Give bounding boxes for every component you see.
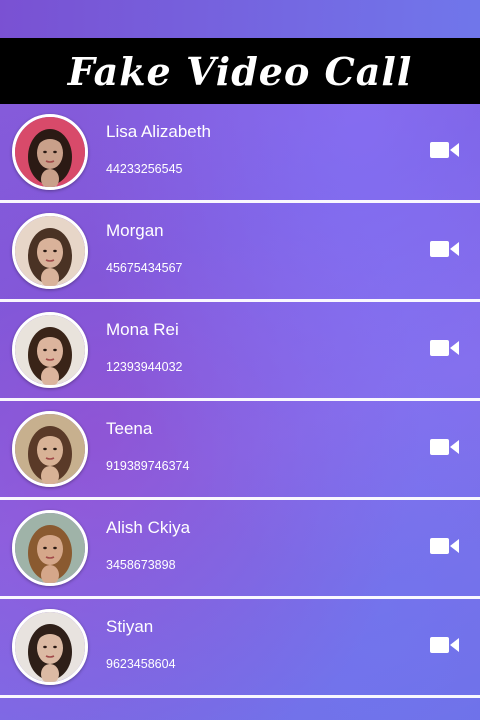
contact-name: Lisa Alizabeth (106, 122, 211, 141)
contact-name: Alish Ckiya (106, 518, 191, 537)
contact-name: Stiyan (106, 617, 154, 636)
video-call-button[interactable] (430, 140, 460, 160)
contact-row[interactable]: Morgan 45675434567 (0, 203, 480, 302)
contact-phone: 919389746374 (106, 459, 190, 473)
contact-avatar (12, 510, 88, 586)
contact-row[interactable]: Lisa Alizabeth 44233256545 (0, 104, 480, 203)
contact-phone: 45675434567 (106, 261, 183, 275)
contact-name: Mona Rei (106, 320, 179, 339)
contact-row[interactable]: Teena 919389746374 (0, 401, 480, 500)
video-camera-icon (430, 538, 459, 554)
video-camera-icon (430, 637, 459, 653)
contact-row[interactable]: Mona Rei 12393944032 (0, 302, 480, 401)
app-header: Fake Video Call (0, 38, 480, 104)
video-call-button[interactable] (430, 437, 460, 457)
video-camera-icon (430, 241, 459, 257)
contact-avatar (12, 312, 88, 388)
contact-row[interactable]: Alish Ckiya 3458673898 (0, 500, 480, 599)
contact-avatar (12, 411, 88, 487)
video-call-button[interactable] (430, 635, 460, 655)
contact-avatar (12, 609, 88, 685)
contact-list: Lisa Alizabeth 44233256545 Morgan 456754… (0, 104, 480, 698)
contact-name: Teena (106, 419, 153, 438)
contact-phone: 3458673898 (106, 558, 176, 572)
video-camera-icon (430, 340, 459, 356)
contact-phone: 9623458604 (106, 657, 176, 671)
video-call-button[interactable] (430, 338, 460, 358)
contact-avatar (12, 114, 88, 190)
contact-phone: 12393944032 (106, 360, 183, 374)
video-call-button[interactable] (430, 239, 460, 259)
contact-avatar (12, 213, 88, 289)
video-camera-icon (430, 439, 459, 455)
video-call-button[interactable] (430, 536, 460, 556)
status-bar (0, 0, 480, 38)
video-camera-icon (430, 142, 459, 158)
contact-row[interactable]: Stiyan 9623458604 (0, 599, 480, 698)
contact-name: Morgan (106, 221, 164, 240)
contact-phone: 44233256545 (106, 162, 183, 176)
app-title: Fake Video Call (67, 48, 413, 94)
